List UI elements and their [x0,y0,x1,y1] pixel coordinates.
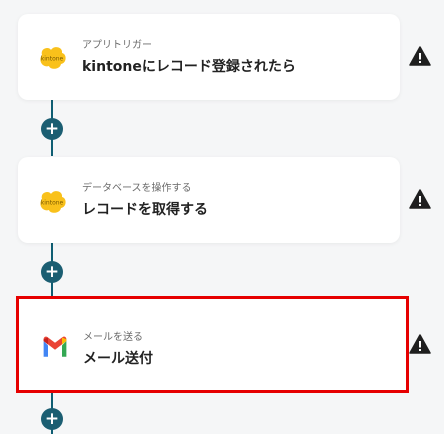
add-step-button[interactable]: + [41,261,63,283]
step-title: kintoneにレコード登録されたら [82,59,296,75]
warning-icon[interactable] [409,189,431,209]
flow-step-trigger[interactable]: kintone アプリトリガー kintoneにレコード登録されたら [18,14,400,100]
svg-text:kintone: kintone [41,56,64,63]
step-type-label: メールを送る [83,332,143,343]
step-type-label: データベースを操作する [82,183,192,194]
step-title: レコードを取得する [82,202,208,218]
gmail-icon [43,336,67,357]
step-type-label: アプリトリガー [82,40,152,51]
kintone-icon: kintone [40,47,66,69]
flow-step-send-mail[interactable]: メールを送る メール送付 [16,296,409,393]
kintone-icon: kintone [40,191,66,213]
svg-text:kintone: kintone [41,200,64,207]
step-title: メール送付 [83,351,153,367]
add-step-button[interactable]: + [41,408,63,430]
warning-icon[interactable] [409,46,431,66]
add-step-button[interactable]: + [41,118,63,140]
warning-icon[interactable] [409,334,431,354]
flow-step-database[interactable]: kintone データベースを操作する レコードを取得する [18,157,400,243]
